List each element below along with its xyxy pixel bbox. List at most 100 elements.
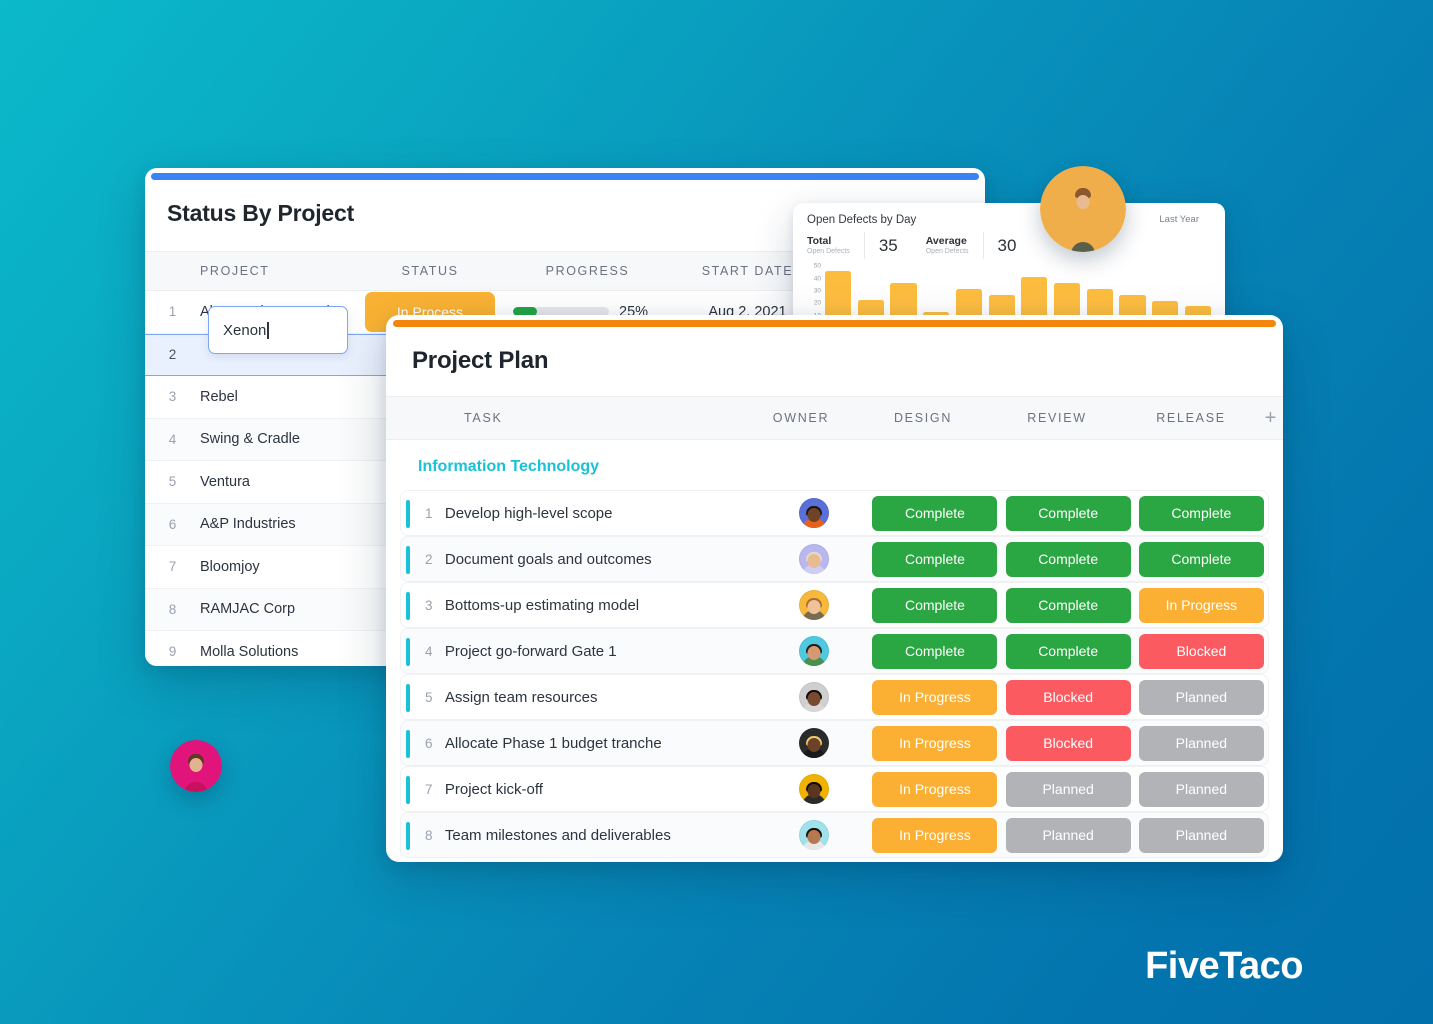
chart-y-tick: 20	[813, 299, 821, 307]
design-cell[interactable]: In Progress	[868, 817, 1001, 853]
col-task: TASK	[464, 411, 503, 425]
status-badge: Complete	[872, 633, 998, 669]
avatar[interactable]	[798, 820, 829, 850]
status-badge: In Progress	[872, 679, 998, 715]
col-owner: OWNER	[772, 411, 830, 425]
review-cell[interactable]: Blocked	[1002, 725, 1135, 761]
owner-cell	[759, 728, 868, 758]
review-cell[interactable]: Blocked	[1002, 679, 1135, 715]
avatar-face	[807, 646, 821, 661]
owner-cell	[759, 774, 868, 804]
table-row[interactable]: 8 Team milestones and deliverables In Prog…	[400, 812, 1269, 858]
avatar[interactable]	[798, 682, 829, 712]
project-name-cell[interactable]: Ventura	[200, 474, 355, 490]
design-cell[interactable]: Complete	[868, 495, 1001, 531]
review-cell[interactable]: Complete	[1002, 587, 1135, 623]
row-group-marker	[406, 638, 410, 666]
design-cell[interactable]: Complete	[868, 587, 1001, 623]
stat-average-key: Average	[925, 234, 967, 247]
project-name-cell[interactable]: Swing & Cradle	[200, 431, 355, 447]
release-cell[interactable]: Complete	[1135, 541, 1268, 577]
blue-accent-bar	[151, 173, 979, 180]
avatar[interactable]	[798, 728, 829, 758]
task-name-cell[interactable]: Bottoms-up estimating model	[445, 597, 759, 614]
status-badge: Planned	[1138, 725, 1264, 761]
chart-y-tick: 40	[813, 275, 821, 283]
row-index: 4	[168, 431, 177, 447]
col-design: DESIGN	[893, 411, 953, 425]
table-row[interactable]: 3 Bottoms-up estimating model Complete Comp…	[400, 582, 1269, 628]
avatar-face	[807, 692, 821, 707]
task-name-cell[interactable]: Team milestones and deliverables	[445, 827, 759, 844]
avatar-face	[807, 738, 821, 753]
design-cell[interactable]: In Progress	[868, 771, 1001, 807]
release-cell[interactable]: Planned	[1135, 817, 1268, 853]
avatar-left-user[interactable]	[170, 740, 222, 792]
task-name-cell[interactable]: Allocate Phase 1 budget tranche	[445, 735, 759, 752]
col-status: STATUS	[401, 264, 459, 278]
design-cell[interactable]: In Progress	[868, 725, 1001, 761]
stat-average: Average Open Defects 30	[925, 232, 1017, 259]
review-cell[interactable]: Planned	[1002, 771, 1135, 807]
add-column-button[interactable]: +	[1258, 407, 1283, 430]
task-name-cell[interactable]: Project go-forward Gate 1	[445, 643, 759, 660]
table-row[interactable]: 1 Develop high-level scope Complete Complet…	[400, 490, 1269, 536]
avatar[interactable]	[798, 590, 829, 620]
avatar[interactable]	[798, 636, 829, 666]
task-name-cell[interactable]: Document goals and outcomes	[445, 551, 759, 568]
project-name-cell[interactable]: Rebel	[200, 389, 355, 405]
release-cell[interactable]: Planned	[1135, 679, 1268, 715]
avatar[interactable]	[798, 544, 829, 574]
row-index: 1	[168, 304, 177, 320]
task-name-cell[interactable]: Project kick-off	[445, 781, 759, 798]
review-cell[interactable]: Complete	[1002, 541, 1135, 577]
design-cell[interactable]: Complete	[868, 541, 1001, 577]
owner-cell	[759, 820, 868, 850]
project-name-cell[interactable]: Molla Solutions	[200, 644, 355, 660]
time-range-dropdown[interactable]: Last Year	[1159, 214, 1211, 225]
task-name-cell[interactable]: Develop high-level scope	[445, 505, 759, 522]
release-cell[interactable]: Planned	[1135, 725, 1268, 761]
project-name-cell[interactable]: Bloomjoy	[200, 559, 355, 575]
design-cell[interactable]: In Progress	[868, 679, 1001, 715]
stat-average-sub: Open Defects	[925, 247, 969, 255]
review-cell[interactable]: Complete	[1002, 633, 1135, 669]
release-cell[interactable]: Complete	[1135, 495, 1268, 531]
release-cell[interactable]: In Progress	[1135, 587, 1268, 623]
owner-cell	[759, 682, 868, 712]
release-cell[interactable]: Blocked	[1135, 633, 1268, 669]
avatar[interactable]	[170, 740, 222, 792]
status-badge: Complete	[872, 495, 998, 531]
task-name-cell[interactable]: Assign team resources	[445, 689, 759, 706]
table-row[interactable]: 2 Document goals and outcomes Complete Comp…	[400, 536, 1269, 582]
row-index: 9	[168, 644, 177, 660]
status-badge: Planned	[1138, 817, 1264, 853]
stat-total-sub: Open Defects	[807, 247, 850, 255]
avatar-face	[807, 600, 821, 615]
release-cell[interactable]: Planned	[1135, 771, 1268, 807]
table-row[interactable]: 7 Project kick-off In Progress Planned Plann…	[400, 766, 1269, 812]
review-cell[interactable]: Planned	[1002, 817, 1135, 853]
row-group-marker	[406, 684, 410, 712]
avatar[interactable]	[798, 774, 829, 804]
stat-total-key: Total	[807, 234, 832, 247]
row-index: 8	[168, 601, 177, 617]
chart-y-tick: 30	[813, 287, 821, 295]
col-progress: PROGRESS	[545, 264, 630, 278]
avatar[interactable]	[1040, 166, 1126, 252]
table-row[interactable]: 4 Project go-forward Gate 1 Complete Comple…	[400, 628, 1269, 674]
avatar[interactable]	[798, 498, 829, 528]
defects-card-header: Open Defects by Day Last Year	[793, 203, 1225, 226]
stat-average-value: 30	[997, 235, 1017, 255]
design-cell[interactable]: Complete	[868, 633, 1001, 669]
avatar-top-user[interactable]	[1040, 166, 1126, 252]
table-row[interactable]: 6 Allocate Phase 1 budget tranche In Progr…	[400, 720, 1269, 766]
table-row[interactable]: 5 Assign team resources In Progress Blocked…	[400, 674, 1269, 720]
review-cell[interactable]: Complete	[1002, 495, 1135, 531]
plan-rows-container: 1 Develop high-level scope Complete Complet…	[400, 490, 1269, 858]
project-name-cell[interactable]: A&P Industries	[200, 516, 355, 532]
project-name-cell[interactable]: RAMJAC Corp	[200, 601, 355, 617]
avatar-body	[1071, 242, 1095, 252]
project-name-cell-editor[interactable]: Xenon	[208, 306, 348, 354]
status-badge: Complete	[1138, 541, 1264, 577]
